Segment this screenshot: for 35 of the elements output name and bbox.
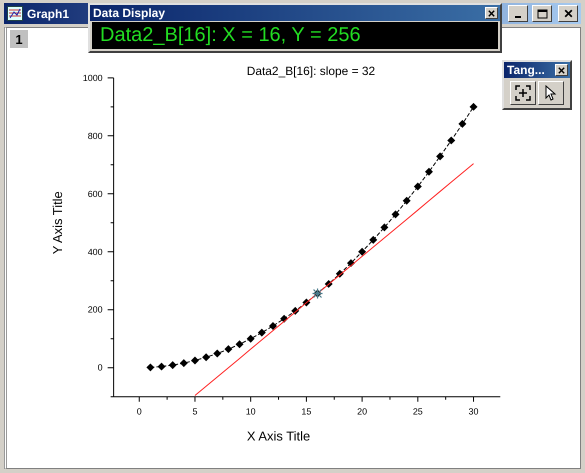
x-tick-label: 20	[357, 406, 368, 417]
maximize-button[interactable]	[532, 5, 552, 22]
chart-title: Data2_B[16]: slope = 32	[246, 64, 376, 78]
x-axis-title: X Axis Title	[246, 428, 310, 444]
y-tick-label: 0	[98, 362, 103, 373]
graph-window-icon	[7, 6, 23, 21]
x-tick-label: 15	[301, 406, 312, 417]
pointer-icon	[545, 85, 557, 101]
layer-tab[interactable]: 1	[10, 30, 28, 48]
x-tick-label: 5	[192, 406, 198, 417]
y-axis-title: Y Axis Title	[50, 191, 65, 254]
y-tick-label: 400	[88, 246, 103, 257]
close-button[interactable]	[555, 64, 568, 76]
close-button[interactable]	[485, 7, 498, 19]
window-title: Graph1	[27, 6, 70, 20]
minimize-icon	[515, 16, 521, 18]
minimize-button[interactable]	[508, 5, 528, 22]
y-tick-label: 800	[88, 130, 103, 141]
crosshair-icon	[515, 85, 531, 101]
x-tick-label: 30	[468, 406, 479, 417]
x-tick-label: 0	[136, 406, 142, 417]
y-tick-label: 1000	[82, 72, 103, 83]
y-tick-label: 200	[88, 304, 103, 315]
close-button[interactable]	[558, 5, 578, 22]
y-tick-label: 600	[88, 188, 103, 199]
pointer-button[interactable]	[538, 81, 564, 105]
x-tick-label: 25	[412, 406, 423, 417]
close-icon	[557, 66, 566, 74]
maximize-icon	[536, 8, 548, 18]
toolbar-title: Tang...	[507, 63, 545, 77]
close-icon	[487, 8, 496, 18]
panel-title: Data Display	[93, 6, 166, 20]
data-readout: Data2_B[16]: X = 16, Y = 256	[92, 22, 498, 49]
close-icon	[562, 8, 574, 19]
x-tick-label: 10	[246, 406, 256, 417]
